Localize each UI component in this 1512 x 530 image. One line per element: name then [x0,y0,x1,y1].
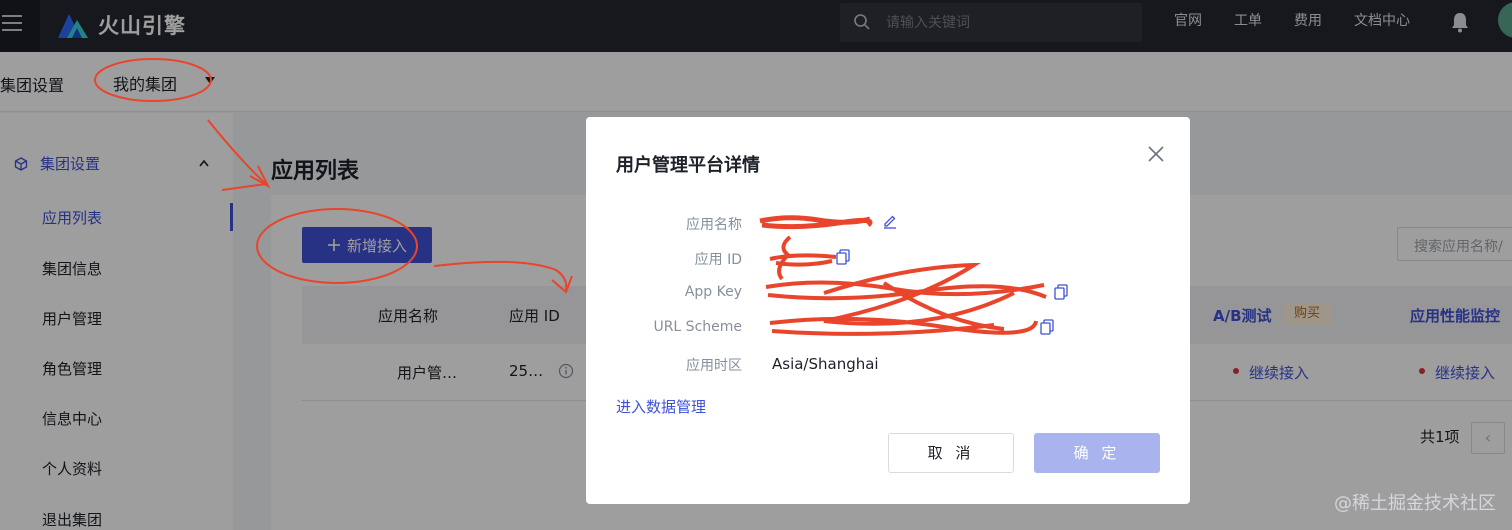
close-icon[interactable] [1146,144,1166,164]
field-value-timezone: Asia/Shanghai [772,355,879,373]
confirm-button[interactable]: 确 定 [1034,433,1160,473]
enter-data-management-link[interactable]: 进入数据管理 [616,396,706,417]
watermark: @稀土掘金技术社区 [1334,493,1496,514]
field-label-app-id: 应用 ID [694,252,742,268]
field-label-app-key: App Key [684,284,742,300]
field-label-timezone: 应用时区 [686,358,742,374]
redaction-scribble [765,263,1047,336]
modal-title: 用户管理平台详情 [616,155,760,176]
app-detail-modal: 用户管理平台详情 应用名称 应用 ID App Key URL Scheme 应… [586,117,1190,504]
cancel-button[interactable]: 取 消 [888,433,1014,473]
edit-icon[interactable] [882,213,898,229]
redaction-scribble [759,215,873,230]
copy-icon[interactable] [1054,284,1068,300]
field-label-url-scheme: URL Scheme [653,319,742,335]
field-label-app-name: 应用名称 [686,217,742,233]
copy-icon[interactable] [1040,319,1054,335]
